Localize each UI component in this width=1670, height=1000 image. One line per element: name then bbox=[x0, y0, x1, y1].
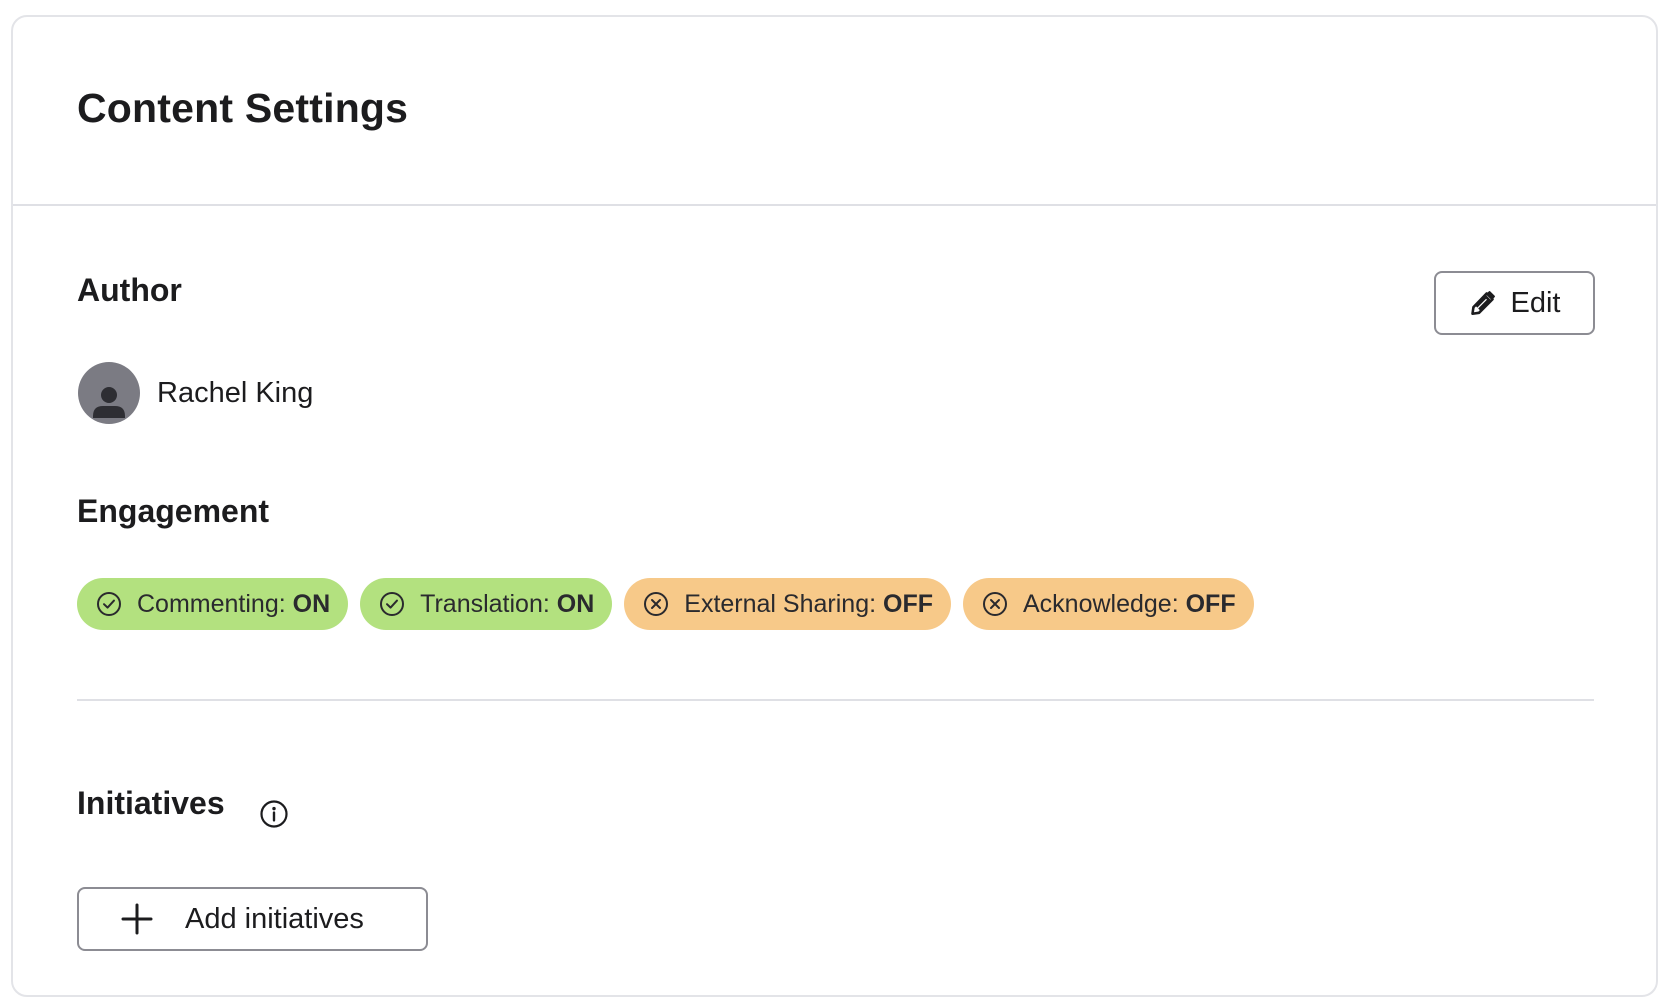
pencil-icon bbox=[1469, 289, 1497, 317]
chip-text: Acknowledge: OFF bbox=[1023, 590, 1236, 619]
author-row: Rachel King bbox=[78, 362, 313, 424]
avatar bbox=[78, 362, 140, 424]
page-title: Content Settings bbox=[77, 85, 409, 131]
content-settings-card: Content Settings Author Edit Rachel King bbox=[11, 15, 1658, 997]
chip-label: Commenting: bbox=[137, 589, 286, 618]
translation-status-chip: Translation: ON bbox=[360, 578, 613, 630]
author-section-title: Author bbox=[77, 272, 182, 308]
plus-icon bbox=[121, 903, 153, 935]
edit-button-label: Edit bbox=[1510, 286, 1561, 319]
add-initiatives-label: Add initiatives bbox=[185, 902, 364, 935]
commenting-status-chip: Commenting: ON bbox=[77, 578, 349, 630]
chip-value: ON bbox=[556, 589, 595, 618]
chip-text: Translation: ON bbox=[420, 590, 594, 619]
info-icon[interactable] bbox=[259, 799, 289, 829]
author-name: Rachel King bbox=[157, 376, 314, 409]
engagement-settings: Commenting: ON Translation: ON External … bbox=[77, 578, 1254, 630]
chip-text: Commenting: ON bbox=[137, 590, 330, 619]
chip-value: OFF bbox=[883, 589, 933, 618]
chip-value: OFF bbox=[1185, 589, 1236, 618]
card-header: Content Settings bbox=[13, 17, 1656, 206]
chip-label: External Sharing: bbox=[684, 589, 877, 618]
chip-label: Acknowledge: bbox=[1023, 589, 1179, 618]
x-circle-icon bbox=[982, 591, 1008, 617]
add-initiatives-button[interactable]: Add initiatives bbox=[77, 887, 428, 951]
initiatives-section-title: Initiatives bbox=[77, 785, 225, 821]
chip-value: ON bbox=[292, 589, 331, 618]
section-divider bbox=[77, 699, 1594, 701]
person-icon bbox=[89, 378, 129, 424]
engagement-section-title: Engagement bbox=[77, 493, 270, 529]
x-circle-icon bbox=[643, 591, 669, 617]
edit-author-button[interactable]: Edit bbox=[1434, 271, 1595, 335]
check-circle-icon bbox=[379, 591, 405, 617]
external-sharing-status-chip: External Sharing: OFF bbox=[624, 578, 951, 630]
chip-text: External Sharing: OFF bbox=[684, 590, 933, 619]
check-circle-icon bbox=[96, 591, 122, 617]
acknowledge-status-chip: Acknowledge: OFF bbox=[963, 578, 1254, 630]
chip-label: Translation: bbox=[420, 589, 550, 618]
